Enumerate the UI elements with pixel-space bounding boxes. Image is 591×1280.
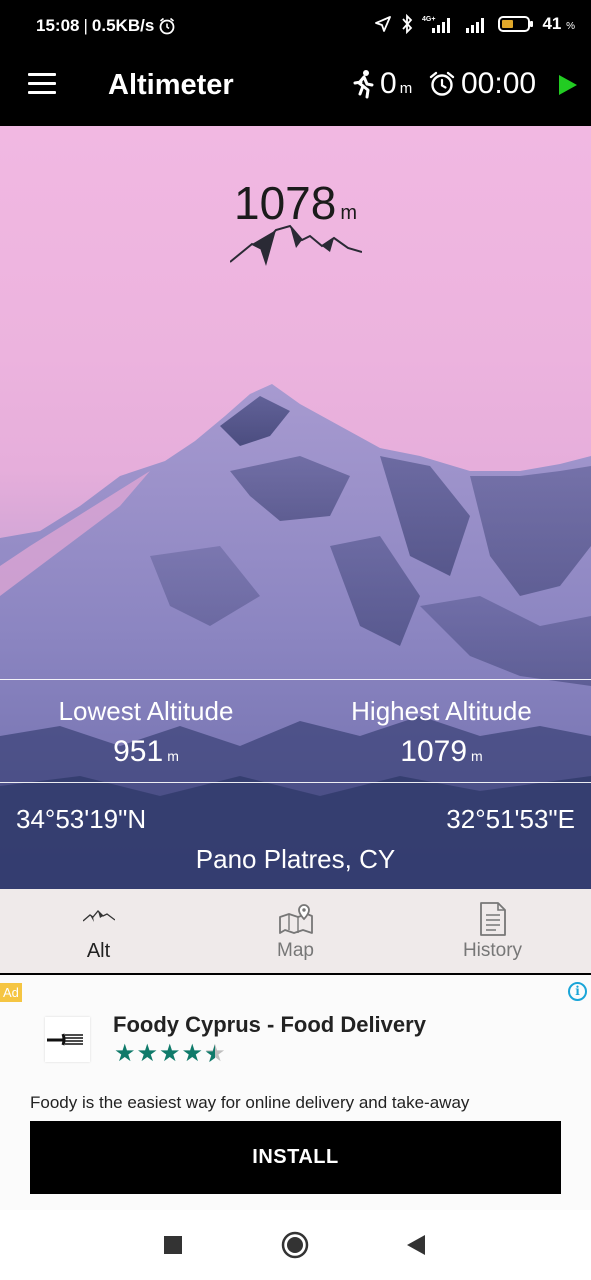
bluetooth-icon (402, 14, 413, 34)
distance-unit: m (399, 80, 413, 97)
status-bar: 15:08 | 0.5KB/s 4G+ 41 % (0, 0, 591, 52)
ad-info-icon[interactable]: i (568, 982, 587, 1001)
tab-history[interactable]: History (394, 889, 591, 973)
system-nav-bar (0, 1210, 591, 1280)
bottom-tabs: Alt Map History (0, 889, 591, 973)
highest-altitude-stat: Highest Altitude 1079 m (334, 696, 549, 769)
home-button-icon[interactable] (281, 1231, 309, 1259)
lowest-altitude-label: Lowest Altitude (58, 696, 234, 726)
status-right: 4G+ 41 % (374, 14, 575, 34)
document-icon (479, 902, 506, 936)
battery-percent: 41 (542, 14, 562, 33)
half-star-icon: ★★ (204, 1040, 227, 1068)
place-name: Pano Platres, CY (195, 844, 396, 874)
signal-4g-icon: 4G+ (422, 16, 451, 33)
stats-bottom-divider (0, 782, 591, 783)
ad-description: Foody is the easiest way for online deli… (30, 1093, 470, 1112)
svg-text:4G+: 4G+ (422, 16, 435, 23)
alarm-status-icon (159, 17, 175, 35)
ad-title: Foody Cyprus - Food Delivery (113, 1012, 426, 1037)
battery-unit: % (566, 21, 575, 32)
status-time: 15:08 (36, 16, 80, 35)
tab-map[interactable]: Map (197, 889, 394, 973)
map-pin-icon (278, 904, 313, 934)
highest-altitude-label: Highest Altitude (351, 696, 532, 726)
longitude: 32°51'53"E (446, 804, 575, 834)
app-title: Altimeter (108, 69, 234, 101)
menu-icon[interactable] (28, 73, 58, 95)
lowest-altitude-value: 951 (113, 735, 164, 768)
app-bar: Altimeter 0m 00:00 (0, 52, 591, 126)
lowest-altitude-unit: m (167, 748, 179, 764)
play-button[interactable] (558, 74, 578, 96)
recent-apps-icon[interactable] (164, 1236, 182, 1254)
signal-icon (466, 18, 485, 33)
tab-alt[interactable]: Alt (0, 889, 197, 973)
highest-altitude-value: 1079 (400, 735, 468, 768)
location-arrow-icon (375, 16, 392, 32)
install-button[interactable]: INSTALL (30, 1121, 561, 1194)
rating-stars: ★★★★★★ (114, 1039, 227, 1068)
ad-badge: Ad (0, 983, 22, 1002)
runner-icon (353, 70, 374, 99)
battery-icon (498, 16, 534, 32)
star-icon: ★ (159, 1040, 182, 1067)
tab-history-label: History (462, 940, 523, 961)
altitude-hero: 1078 m Lowest Altitude 951 m Highest Altit… (0, 126, 591, 889)
latitude: 34°53'19"N (16, 804, 147, 834)
lowest-altitude-stat: Lowest Altitude 951 m (40, 696, 252, 769)
current-altitude-unit: m (340, 202, 357, 224)
mountain-peaks-icon (230, 224, 362, 266)
star-icon: ★ (181, 1040, 205, 1067)
stats-top-divider (0, 679, 591, 680)
tab-map-label: Map (277, 940, 314, 961)
foody-logo (45, 1017, 90, 1062)
back-icon[interactable] (406, 1234, 426, 1256)
status-left: 15:08 | 0.5KB/s (36, 16, 176, 36)
status-net-speed: 0.5KB/s (91, 16, 155, 35)
ad-banner[interactable]: Ad i Foody Cyprus - Food Delivery ★★★★★★… (0, 975, 591, 1210)
fork-icon (47, 1033, 83, 1046)
star-icon: ★ (114, 1040, 137, 1067)
distance-readout: 0m (380, 67, 412, 101)
timer-readout: 00:00 (461, 67, 537, 100)
tab-alt-label: Alt (86, 940, 111, 962)
star-icon: ★ (136, 1040, 160, 1067)
distance-value: 0 (380, 67, 397, 100)
alarm-clock-icon (429, 71, 455, 96)
mountain-icon (82, 910, 115, 922)
highest-altitude-unit: m (471, 748, 483, 764)
